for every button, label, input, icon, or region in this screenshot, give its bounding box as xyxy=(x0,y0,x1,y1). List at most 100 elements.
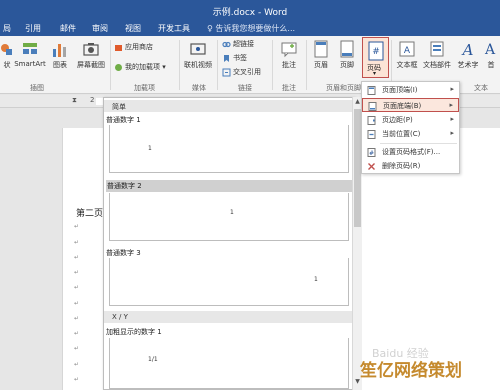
gallery-category-xy: X / Y xyxy=(104,311,354,323)
page-heading: 第二页 xyxy=(76,209,104,219)
smartart-button[interactable]: SmartArt xyxy=(13,40,47,68)
group-text: 文本 xyxy=(474,84,488,92)
tab-review[interactable]: 审阅 xyxy=(92,23,108,34)
drop-cap-icon: A xyxy=(484,42,496,58)
tab-layout[interactable]: 局 xyxy=(3,23,11,34)
page-number-gallery[interactable]: 简单 普通数字 1 1 普通数字 2 1 普通数字 3 1 X / Y 加粗显示… xyxy=(103,97,355,390)
group-addins: 加载项 xyxy=(134,84,155,92)
tab-developer[interactable]: 开发工具 xyxy=(158,23,190,34)
remove-page-numbers-icon xyxy=(368,163,375,170)
paragraph-mark: ↵ xyxy=(74,345,80,352)
format-page-numbers-icon: # xyxy=(367,148,376,157)
ruler-number-left: 2 xyxy=(90,96,95,104)
preview-digit: 1 xyxy=(148,145,152,152)
page-bottom-icon xyxy=(368,102,377,111)
menu-item-bottom-of-page[interactable]: 页面底端(B) ▸ xyxy=(362,98,459,112)
wordart-button[interactable]: A 艺术字 xyxy=(455,40,481,70)
menu-item-label: 设置页码格式(F)... xyxy=(382,148,441,156)
svg-text:#: # xyxy=(372,47,380,57)
indent-marker-icon[interactable]: ⧗ xyxy=(72,96,77,105)
gallery-item-plain-number-2[interactable]: 1 xyxy=(109,193,349,241)
menu-item-label: 当前位置(C) xyxy=(382,130,421,138)
gallery-item-plain-number-1[interactable]: 1 xyxy=(109,125,349,173)
wordart-icon: A xyxy=(461,41,474,58)
submenu-arrow-icon: ▸ xyxy=(449,101,453,109)
gallery-item-label: 加粗显示的数字 1 xyxy=(106,328,162,336)
page-number-button[interactable]: # 页码 ▾ xyxy=(362,37,389,78)
textbox-icon: A xyxy=(399,41,415,57)
menu-divider xyxy=(380,143,457,144)
menu-item-label: 页面顶端(I) xyxy=(382,86,418,94)
shapes-button[interactable]: 状 xyxy=(0,40,14,70)
comment-label: 批注 xyxy=(282,61,296,69)
paragraph-mark: ↵ xyxy=(74,330,80,337)
paragraph-mark: ↵ xyxy=(74,269,80,276)
quick-parts-button[interactable]: 文档部件 xyxy=(422,40,452,70)
menu-item-remove-page-numbers[interactable]: 删除页码(R) xyxy=(362,159,459,173)
hyperlink-label: 超链接 xyxy=(233,40,254,48)
paragraph-mark: ↵ xyxy=(74,361,80,368)
paragraph-mark: ↵ xyxy=(74,300,80,307)
page-number-menu: 页面顶端(I) ▸ 页面底端(B) ▸ 页边距(P) ▸ 当前位置(C) ▸ #… xyxy=(361,81,460,174)
menu-item-page-margins[interactable]: 页边距(P) ▸ xyxy=(362,113,459,127)
ribbon-separator xyxy=(179,40,180,90)
chart-label: 图表 xyxy=(53,61,67,69)
ribbon-separator xyxy=(306,40,307,90)
gallery-item-label: 普通数字 1 xyxy=(106,116,141,124)
current-position-icon xyxy=(367,130,376,139)
svg-text:A: A xyxy=(461,41,474,58)
quick-parts-icon xyxy=(430,41,444,57)
paragraph-mark: ↵ xyxy=(74,315,80,322)
gallery-item-bold-number-1[interactable]: 1/1 xyxy=(109,338,349,389)
online-video-button[interactable]: 联机视频 xyxy=(183,40,213,70)
tab-view[interactable]: 视图 xyxy=(125,23,141,34)
gallery-item-label: 普通数字 2 xyxy=(106,180,352,192)
online-video-label: 联机视频 xyxy=(184,61,212,69)
svg-text:#: # xyxy=(369,150,374,157)
menu-item-format-page-numbers[interactable]: # 设置页码格式(F)... xyxy=(362,145,459,159)
window-title: 示例.docx - Word xyxy=(212,8,288,18)
screenshot-icon xyxy=(83,43,99,56)
title-bar: 示例.docx - Word xyxy=(0,0,500,22)
ribbon-separator xyxy=(272,40,273,90)
comment-button[interactable]: 批注 xyxy=(277,40,301,70)
screenshot-label: 屏幕截图 xyxy=(77,61,105,69)
menu-item-label: 删除页码(R) xyxy=(382,162,421,170)
group-comments: 批注 xyxy=(282,84,296,92)
bookmark-icon xyxy=(224,54,229,62)
textbox-button[interactable]: A 文本框 xyxy=(394,40,420,70)
footer-icon xyxy=(340,40,354,58)
menu-item-label: 页边距(P) xyxy=(382,116,413,124)
gallery-item-plain-number-3[interactable]: 1 xyxy=(109,258,349,306)
hyperlink-button[interactable]: 超链接 xyxy=(222,39,254,49)
submenu-arrow-icon: ▸ xyxy=(450,129,454,137)
gallery-category-simple: 简单 xyxy=(104,100,354,112)
tab-references[interactable]: 引用 xyxy=(25,23,41,34)
header-button[interactable]: 页眉 xyxy=(309,40,333,70)
my-addins-button[interactable]: 我的加载项 ▾ xyxy=(114,62,166,72)
tell-me-search[interactable]: ♀ 告诉我您想要做什么... xyxy=(207,23,295,34)
preview-digit: 1 xyxy=(314,276,318,283)
chart-button[interactable]: 图表 xyxy=(49,40,71,70)
store-button[interactable]: 应用商店 xyxy=(114,42,153,52)
cross-reference-button[interactable]: 交叉引用 xyxy=(222,67,261,77)
bookmark-button[interactable]: 书签 xyxy=(222,53,247,63)
scroll-thumb[interactable] xyxy=(354,109,361,227)
footer-label: 页脚 xyxy=(340,61,354,69)
tab-mailings[interactable]: 邮件 xyxy=(60,23,76,34)
word-window: 示例.docx - Word 局 引用 邮件 审阅 视图 开发工具 ♀ 告诉我您… xyxy=(0,0,500,390)
ribbon-separator xyxy=(110,40,111,90)
footer-button[interactable]: 页脚 xyxy=(335,40,359,70)
store-label: 应用商店 xyxy=(125,43,153,51)
menu-item-current-position[interactable]: 当前位置(C) ▸ xyxy=(362,127,459,141)
header-label: 页眉 xyxy=(314,61,328,69)
submenu-arrow-icon: ▸ xyxy=(450,85,454,93)
screenshot-button[interactable]: 屏幕截图 xyxy=(74,40,108,70)
chevron-down-icon: ▾ xyxy=(160,63,166,71)
drop-cap-label: 首 xyxy=(487,61,495,69)
my-addins-icon xyxy=(115,63,122,71)
menu-item-top-of-page[interactable]: 页面顶端(I) ▸ xyxy=(362,83,459,97)
store-icon xyxy=(115,44,122,51)
drop-cap-button[interactable]: A 首 xyxy=(483,40,499,70)
paragraph-mark: ↵ xyxy=(74,254,80,261)
